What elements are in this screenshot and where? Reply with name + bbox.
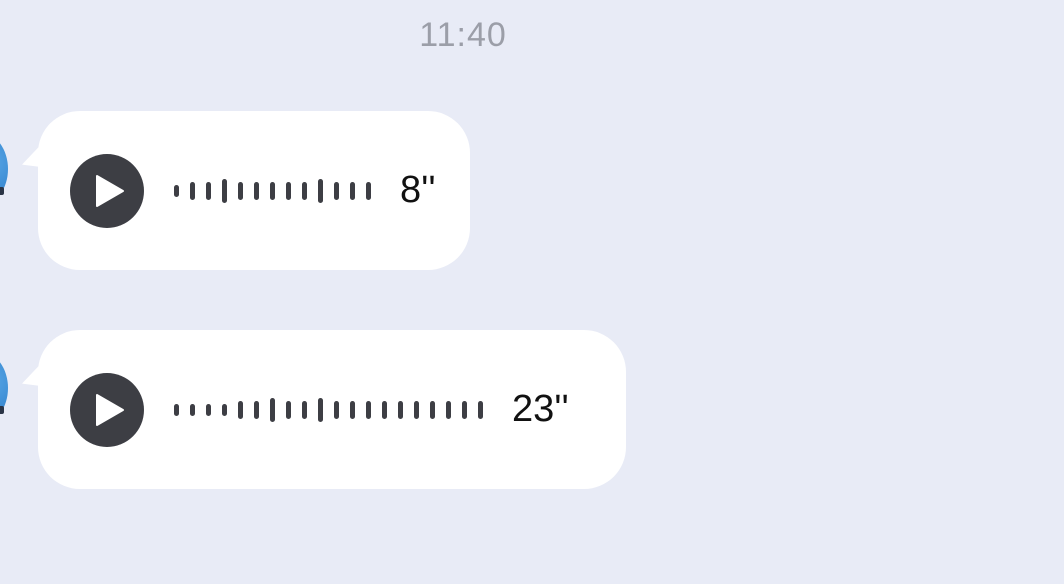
waveform-bar [286,400,291,419]
waveform-bar [446,400,451,419]
waveform-bar [318,178,323,203]
waveform-bar [254,181,259,200]
audio-waveform[interactable] [174,171,382,211]
play-icon [96,174,124,207]
waveform-bar [238,181,243,200]
waveform-bar [206,181,211,200]
waveform-bar [222,178,227,203]
play-button[interactable] [70,153,144,228]
sender-avatar[interactable] [0,352,8,424]
waveform-bar [366,181,371,200]
waveform-bar [254,400,259,419]
chat-timestamp: 11:40 [419,16,507,54]
waveform-bar [366,400,371,419]
voice-duration: 8'' [400,169,436,211]
waveform-bar [398,400,403,419]
waveform-bar [350,400,355,419]
waveform-bar [430,400,435,419]
waveform-bar [190,403,195,416]
waveform-bar [174,184,179,197]
waveform-bar [270,397,275,422]
waveform-bar [270,181,275,200]
audio-waveform[interactable] [174,390,494,430]
waveform-bar [318,397,323,422]
waveform-bar [238,400,243,419]
waveform-bar [334,400,339,419]
play-button[interactable] [70,372,144,447]
waveform-bar [302,400,307,419]
waveform-bar [286,181,291,200]
waveform-bar [302,181,307,200]
waveform-bar [334,181,339,200]
waveform-bar [462,400,467,419]
waveform-bar [478,400,483,419]
waveform-bar [174,403,179,416]
voice-message-bubble[interactable]: 23'' [38,330,626,489]
waveform-bar [382,400,387,419]
voice-duration: 23'' [512,388,569,430]
voice-message-bubble[interactable]: 8'' [38,111,470,270]
play-icon [96,393,124,426]
waveform-bar [414,400,419,419]
waveform-bar [190,181,195,200]
waveform-bar [222,403,227,416]
waveform-bar [206,403,211,416]
sender-avatar[interactable] [0,133,8,205]
waveform-bar [350,181,355,200]
